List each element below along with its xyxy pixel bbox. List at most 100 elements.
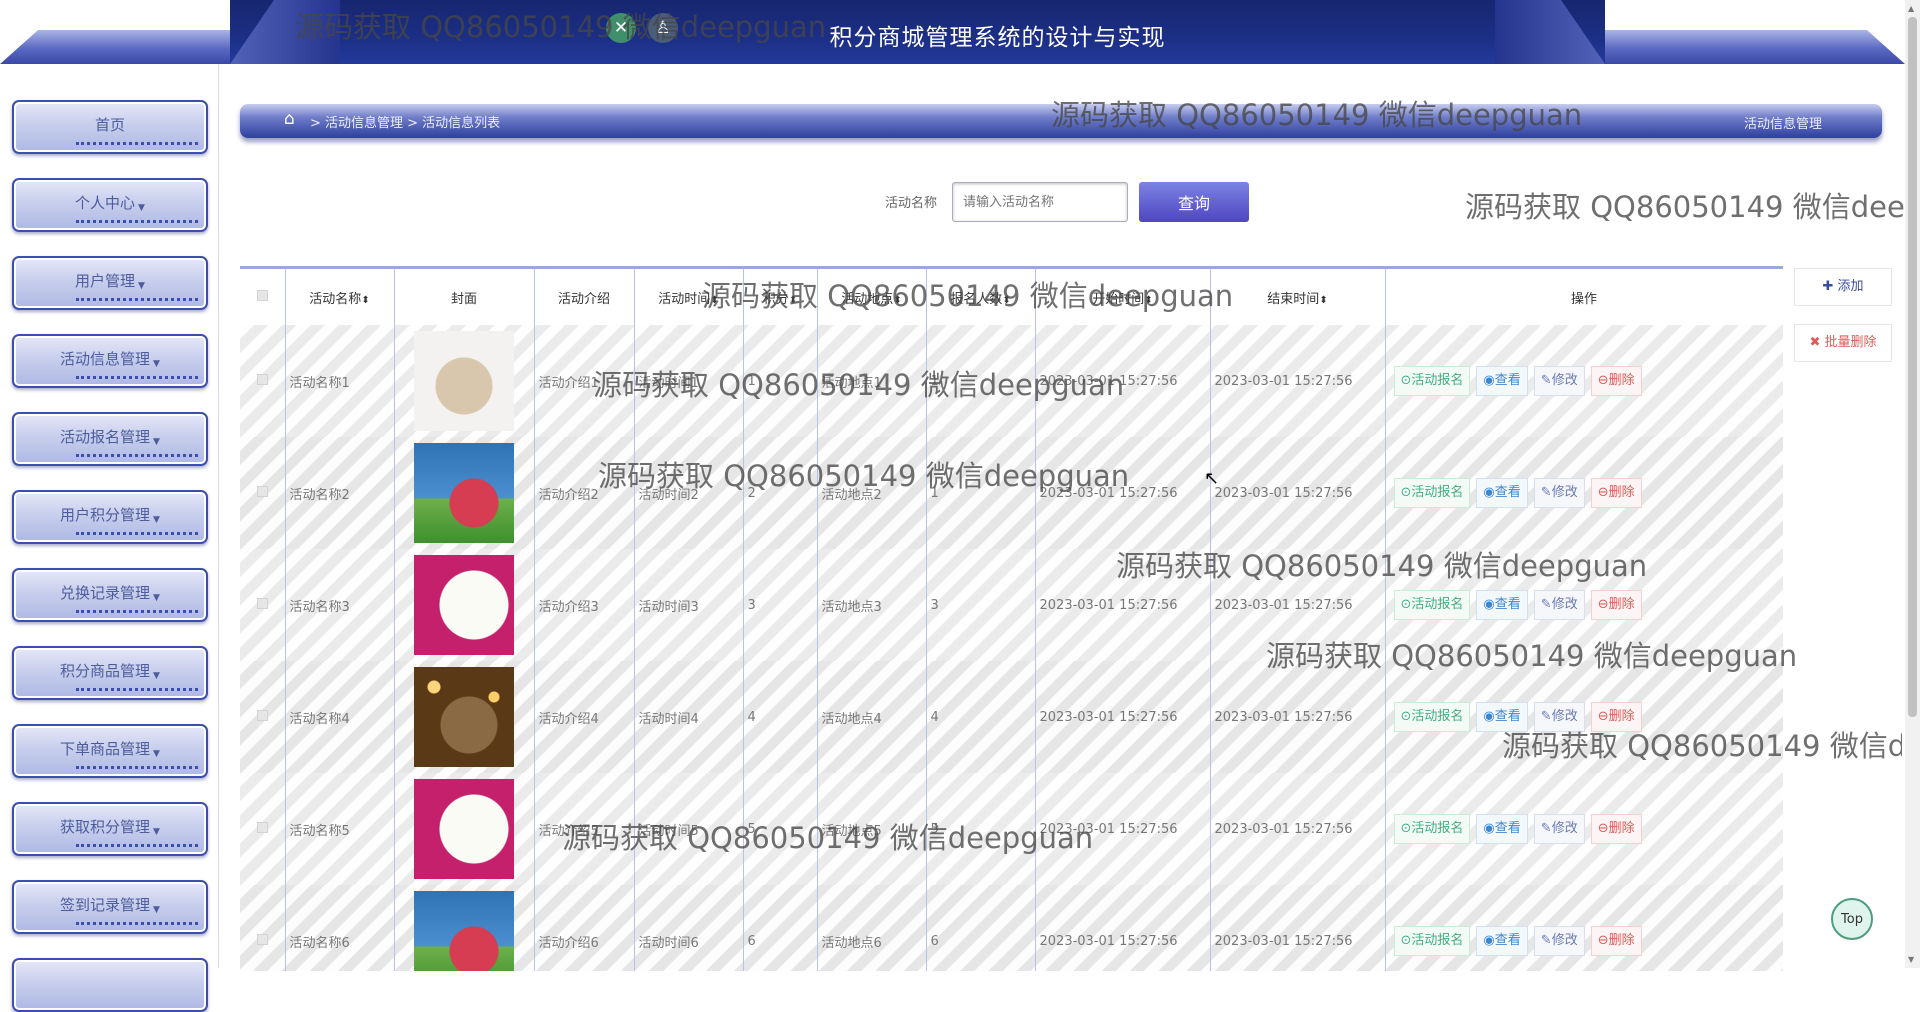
row-checkbox[interactable]: [240, 437, 286, 549]
button-label: 修改: [1551, 485, 1578, 500]
view-button[interactable]: ◉查看: [1476, 478, 1528, 508]
row-checkbox[interactable]: [240, 325, 286, 437]
search-input[interactable]: [952, 182, 1128, 222]
pencil-icon: ✎: [1540, 709, 1552, 724]
sidebar-item[interactable]: [12, 958, 208, 1012]
join-button[interactable]: ⊙活动报名: [1393, 702, 1471, 732]
sidebar-item-label: 用户管理: [75, 272, 136, 290]
sidebar-item[interactable]: 首页: [12, 100, 208, 154]
sidebar-item-label: 活动信息管理: [60, 350, 151, 368]
join-button[interactable]: ⊙活动报名: [1393, 926, 1471, 956]
chevron-down-icon: ▼: [153, 593, 160, 603]
eye-icon: ◉: [1483, 821, 1495, 836]
row-actions: ⊙活动报名 ◉查看 ✎修改 ⊖删除: [1385, 885, 1783, 971]
edit-button[interactable]: ✎修改: [1533, 366, 1585, 396]
menu-decoration: [76, 840, 198, 847]
row-checkbox[interactable]: [240, 773, 286, 885]
scroll-down-icon[interactable]: ▼: [1908, 955, 1914, 964]
row-actions: ⊙活动报名 ◉查看 ✎修改 ⊖删除: [1385, 661, 1783, 773]
back-to-top-button[interactable]: Top: [1831, 898, 1873, 940]
top-header: ✕ ♙ 积分商城管理系统的设计与实现: [0, 0, 1920, 64]
sidebar-item[interactable]: 活动信息管理 ▼: [12, 334, 208, 388]
check-circle-icon: ⊙: [1400, 821, 1412, 836]
join-button[interactable]: ⊙活动报名: [1393, 478, 1471, 508]
cell-place: 活动地点6: [817, 885, 927, 971]
sidebar-item[interactable]: 活动报名管理 ▼: [12, 412, 208, 466]
menu-decoration: [76, 762, 198, 769]
select-all-checkbox[interactable]: [240, 269, 286, 325]
cell-time: 活动时间4: [634, 661, 744, 773]
delete-button[interactable]: ⊖删除: [1590, 478, 1642, 508]
row-checkbox[interactable]: [240, 549, 286, 661]
sidebar-item[interactable]: 用户管理 ▼: [12, 256, 208, 310]
table-row[interactable]: 活动名称4 活动介绍4 活动时间4 4 活动地点4 4 2023-03-01 15:27:5…: [240, 661, 1783, 773]
sidebar-item[interactable]: 个人中心 ▼: [12, 178, 208, 232]
sidebar-item[interactable]: 签到记录管理 ▼: [12, 880, 208, 934]
button-label: 查看: [1494, 597, 1521, 612]
column-header[interactable]: 活动时间⬍: [634, 269, 744, 325]
cell-points: 6: [743, 885, 818, 971]
batch-delete-button[interactable]: ✖ 批量删除: [1794, 324, 1892, 362]
column-header[interactable]: 结束时间⬍: [1210, 269, 1386, 325]
menu-decoration: [76, 918, 198, 925]
check-circle-icon: ⊙: [1400, 709, 1412, 724]
table-row[interactable]: 活动名称6 活动介绍6 活动时间6 6 活动地点6 6 2023-03-01 15:27:5…: [240, 885, 1783, 971]
vertical-scrollbar[interactable]: ▲ ▼: [1905, 0, 1920, 968]
view-button[interactable]: ◉查看: [1476, 814, 1528, 844]
chevron-down-icon: ▼: [153, 671, 160, 681]
button-label: 修改: [1551, 597, 1578, 612]
table-row[interactable]: 活动名称1 活动介绍1 活动时间1 1 活动地点1 1 2023-03-01 15:27:5…: [240, 325, 1783, 437]
sidebar-item[interactable]: 用户积分管理 ▼: [12, 490, 208, 544]
check-circle-icon: ⊙: [1400, 485, 1412, 500]
cover-image[interactable]: [414, 891, 514, 971]
column-header[interactable]: 活动名称⬍: [285, 269, 395, 325]
cell-start: 2023-03-01 15:27:56: [1035, 885, 1211, 971]
table-row[interactable]: 活动名称5 活动介绍5 活动时间5 5 活动地点5 5 2023-03-01 15:27:5…: [240, 773, 1783, 885]
column-header[interactable]: 积分⬍: [743, 269, 818, 325]
sidebar-item[interactable]: 获取积分管理 ▼: [12, 802, 208, 856]
cover-image[interactable]: [414, 779, 514, 879]
join-button[interactable]: ⊙活动报名: [1393, 814, 1471, 844]
scrollbar-thumb[interactable]: [1908, 17, 1917, 717]
delete-button[interactable]: ⊖删除: [1590, 702, 1642, 732]
row-checkbox[interactable]: [240, 885, 286, 971]
search-button[interactable]: 查询: [1139, 182, 1249, 222]
button-label: 修改: [1551, 933, 1578, 948]
table-row[interactable]: 活动名称2 活动介绍2 活动时间2 2 活动地点2 1 2023-03-01 15:27:5…: [240, 437, 1783, 549]
cover-image[interactable]: [414, 667, 514, 767]
sidebar-item[interactable]: 兑换记录管理 ▼: [12, 568, 208, 622]
cell-place: 活动地点5: [817, 773, 927, 885]
edit-button[interactable]: ✎修改: [1533, 590, 1585, 620]
scroll-up-icon[interactable]: ▲: [1908, 4, 1914, 13]
edit-button[interactable]: ✎修改: [1533, 926, 1585, 956]
join-button[interactable]: ⊙活动报名: [1393, 366, 1471, 396]
check-circle-icon: ⊙: [1400, 933, 1412, 948]
table-row[interactable]: 活动名称3 活动介绍3 活动时间3 3 活动地点3 3 2023-03-01 15:27:5…: [240, 549, 1783, 661]
view-button[interactable]: ◉查看: [1476, 366, 1528, 396]
view-button[interactable]: ◉查看: [1476, 702, 1528, 732]
add-button[interactable]: ✚ 添加: [1794, 268, 1892, 306]
chevron-down-icon: ▼: [138, 203, 145, 213]
join-button[interactable]: ⊙活动报名: [1393, 590, 1471, 620]
view-button[interactable]: ◉查看: [1476, 590, 1528, 620]
delete-button[interactable]: ⊖删除: [1590, 926, 1642, 956]
cover-image[interactable]: [414, 555, 514, 655]
delete-button[interactable]: ⊖删除: [1590, 590, 1642, 620]
view-button[interactable]: ◉查看: [1476, 926, 1528, 956]
delete-button[interactable]: ⊖删除: [1590, 366, 1642, 396]
column-header[interactable]: 报名人数⬍: [926, 269, 1036, 325]
cell-time: 活动时间6: [634, 885, 744, 971]
cover-image[interactable]: [414, 443, 514, 543]
column-header[interactable]: 活动地点⬍: [817, 269, 927, 325]
edit-button[interactable]: ✎修改: [1533, 814, 1585, 844]
edit-button[interactable]: ✎修改: [1533, 478, 1585, 508]
cover-image[interactable]: [414, 331, 514, 431]
cell-start: 2023-03-01 15:27:56: [1035, 325, 1211, 437]
sidebar-item[interactable]: 下单商品管理 ▼: [12, 724, 208, 778]
sidebar-item[interactable]: 积分商品管理 ▼: [12, 646, 208, 700]
row-checkbox[interactable]: [240, 661, 286, 773]
delete-button[interactable]: ⊖删除: [1590, 814, 1642, 844]
home-icon[interactable]: ⌂: [284, 109, 295, 129]
edit-button[interactable]: ✎修改: [1533, 702, 1585, 732]
column-header[interactable]: 开始时间⬍: [1035, 269, 1211, 325]
